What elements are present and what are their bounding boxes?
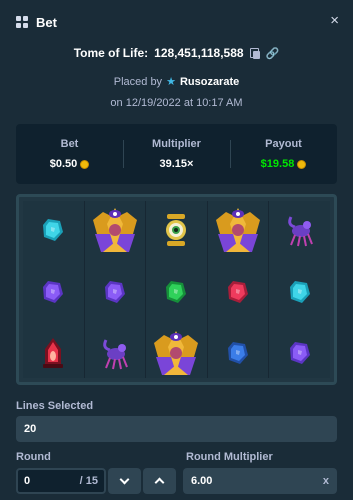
bet-id-line: Tome of Life: 128,451,118,588 🔗 — [0, 46, 353, 60]
scorpion-symbol — [269, 200, 330, 260]
modal-title: Bet — [36, 14, 57, 30]
coin-icon — [297, 159, 307, 169]
purple-gem-symbol — [85, 262, 146, 322]
green-gem-symbol — [146, 262, 207, 322]
round-input[interactable]: 0 / 15 — [16, 468, 106, 494]
round-multiplier-label: Round Multiplier — [186, 451, 273, 463]
chevron-down-icon — [119, 474, 130, 485]
payout-value-row: $19.58 — [230, 158, 337, 170]
copy-icon[interactable] — [249, 47, 260, 59]
red-lantern-symbol — [23, 323, 84, 382]
stat-multiplier: Multiplier 39.15× — [123, 138, 230, 170]
bet-value: $0.50 — [49, 158, 78, 170]
payout-value: $19.58 — [260, 158, 295, 170]
purple-gem-symbol — [269, 323, 330, 382]
date-line: on 12/19/2022 at 10:17 AM — [0, 97, 353, 109]
eye-priestess-symbol — [85, 200, 146, 260]
reel-column — [23, 201, 85, 378]
reel-column — [85, 201, 147, 378]
stat-payout: Payout $19.58 — [230, 138, 337, 170]
round-value: 0 — [24, 475, 31, 487]
round-down-button[interactable] — [108, 468, 141, 494]
stat-bet: Bet $0.50 — [16, 138, 123, 170]
game-name: Tome of Life: — [73, 46, 149, 60]
reels-grid — [23, 201, 330, 378]
red-gem-symbol — [208, 262, 269, 322]
payout-label: Payout — [265, 138, 302, 150]
round-multiplier-suffix: x — [322, 475, 329, 487]
lines-value: 20 — [24, 423, 37, 435]
bet-id: 128,451,118,588 — [154, 46, 244, 60]
reel-column — [208, 201, 270, 378]
bet-stats-panel: Bet $0.50 Multiplier 39.15× Payout $19.5… — [16, 124, 337, 184]
round-multiplier-field: 6.00 x — [183, 468, 337, 494]
chevron-up-icon — [154, 477, 165, 488]
link-icon[interactable]: 🔗 — [266, 47, 280, 60]
bet-value-row: $0.50 — [16, 158, 123, 170]
lines-label: Lines Selected — [16, 400, 94, 412]
round-up-button[interactable] — [143, 468, 176, 494]
vip-star-icon: ★ — [166, 76, 176, 88]
round-label: Round — [16, 451, 51, 463]
close-icon[interactable]: × — [330, 13, 339, 28]
eye-priestess-symbol — [208, 200, 269, 260]
placed-by-line: Placed by ★ Rusozarate — [0, 75, 353, 89]
reel-column — [146, 201, 208, 378]
round-total: / 15 — [79, 475, 98, 487]
cyan-gem-symbol — [269, 262, 330, 322]
bet-grid-icon — [16, 16, 28, 28]
slot-reels — [16, 194, 337, 385]
eye-priestess-symbol — [146, 323, 207, 382]
modal-header: Bet × — [0, 0, 353, 44]
bet-date: 12/19/2022 at 10:17 AM — [125, 97, 243, 109]
placed-by-label: Placed by — [113, 75, 163, 88]
multiplier-value: 39.15× — [159, 158, 194, 170]
username[interactable]: Rusozarate — [180, 76, 239, 88]
bet-label: Bet — [60, 138, 79, 150]
round-multiplier-value: 6.00 — [191, 475, 213, 487]
eye-idol-symbol — [146, 200, 207, 260]
multiplier-value-row: 39.15× — [123, 158, 230, 170]
reel-column — [269, 201, 330, 378]
purple-gem-symbol — [23, 262, 84, 322]
cyan-gem-symbol — [23, 200, 84, 260]
blue-gem-symbol — [208, 323, 269, 382]
date-prefix: on — [110, 97, 123, 109]
coin-icon — [80, 159, 90, 169]
multiplier-label: Multiplier — [152, 138, 201, 150]
lines-selected-field: 20 — [16, 416, 337, 442]
scorpion-symbol — [85, 323, 146, 382]
